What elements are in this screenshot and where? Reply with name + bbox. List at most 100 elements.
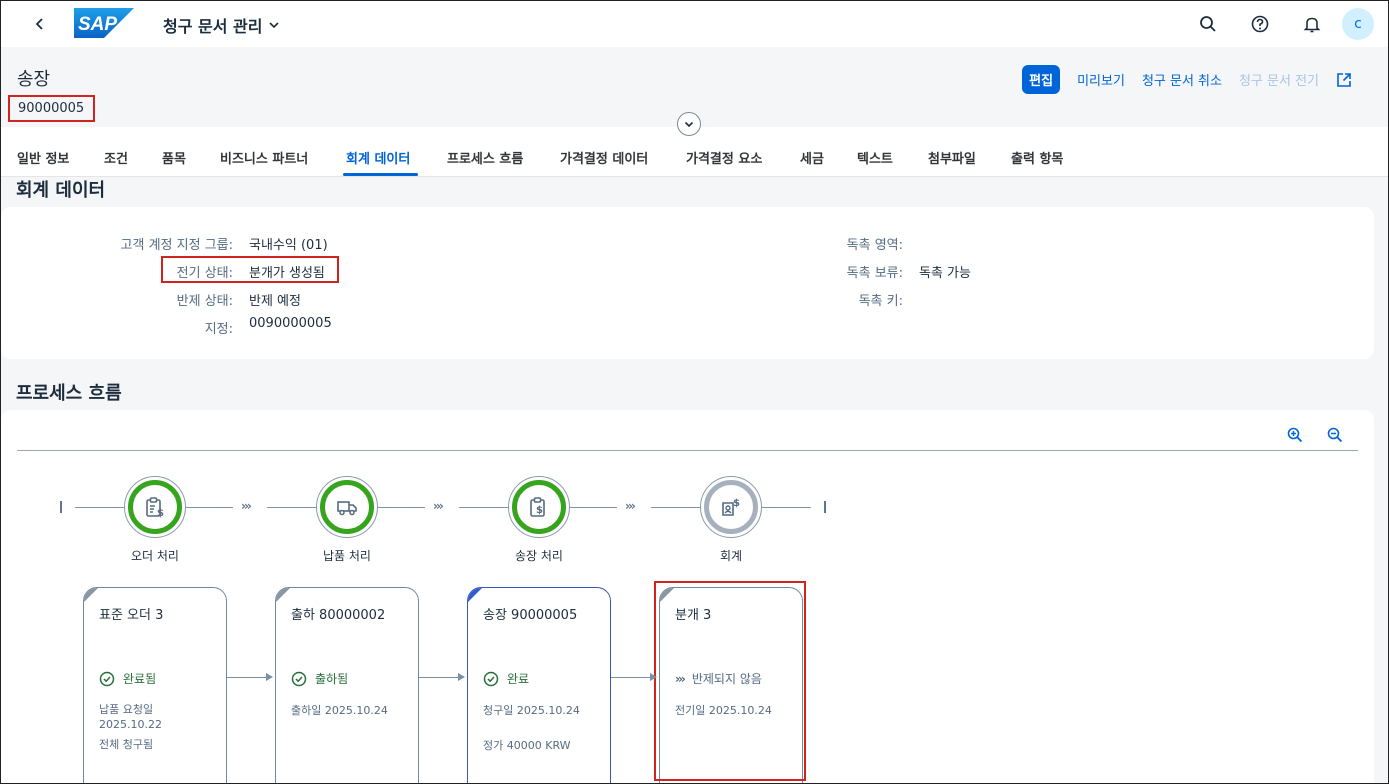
chevron-down-icon bbox=[684, 121, 694, 128]
lane-end-marker bbox=[824, 501, 826, 513]
lane-chevron-icon: ››› bbox=[241, 499, 252, 513]
field-label-dunning-key: 독촉 키: bbox=[858, 294, 903, 309]
process-flow-divider bbox=[17, 450, 1358, 451]
arrow-right-icon bbox=[650, 673, 657, 681]
zoom-out-icon[interactable] bbox=[1326, 426, 1344, 444]
arrow-right-icon bbox=[458, 673, 465, 681]
lane-line bbox=[75, 507, 125, 508]
node-meta: 정가 40000 KRW bbox=[483, 739, 571, 752]
tab-accounting-data[interactable]: 회계 데이터 bbox=[346, 148, 410, 167]
flow-connector bbox=[611, 677, 651, 678]
lane-line bbox=[761, 507, 811, 508]
flow-node-sales-order[interactable]: 표준 오더 3 완료됨 납품 요청일 2025.10.22 전체 청구됨 bbox=[83, 587, 227, 784]
tab-pricing-elements[interactable]: 가격결정 요소 bbox=[686, 148, 762, 167]
sap-logo-text: SAP bbox=[78, 14, 117, 35]
node-status: 출하됨 bbox=[291, 670, 348, 687]
lane-chevron-icon: ››› bbox=[433, 499, 444, 513]
node-meta: 출하일 2025.10.24 bbox=[291, 704, 388, 717]
accounting-panel: 고객 계정 지정 그룹: 국내수익 (01) 전기 상태: 분개가 생성됨 반제… bbox=[1, 207, 1374, 359]
node-status-text: 출하됨 bbox=[315, 672, 349, 686]
post-billing-doc-button: 청구 문서 전기 bbox=[1238, 74, 1319, 89]
flow-connector bbox=[227, 677, 267, 678]
lane-line bbox=[377, 507, 425, 508]
node-title: 송장 90000005 bbox=[483, 608, 578, 623]
field-value-clearing-status: 반제 예정 bbox=[249, 294, 301, 309]
tab-conditions[interactable]: 조건 bbox=[104, 148, 128, 167]
tab-items[interactable]: 품목 bbox=[162, 148, 186, 167]
tab-attachments[interactable]: 첨부파일 bbox=[928, 148, 976, 167]
clipboard-dollar-icon: $ bbox=[146, 497, 164, 518]
app-title-menu[interactable]: 청구 문서 관리 bbox=[163, 13, 280, 37]
object-header: 송장 90000005 편집 미리보기 청구 문서 취소 청구 문서 전기 bbox=[1, 47, 1388, 136]
tab-pricing-data[interactable]: 가격결정 데이터 bbox=[560, 148, 648, 167]
back-icon[interactable] bbox=[31, 15, 49, 33]
node-corner-marker bbox=[276, 588, 290, 602]
svg-text:$: $ bbox=[536, 505, 543, 516]
help-icon[interactable] bbox=[1250, 14, 1270, 34]
field-value-dunning-block: 독촉 가능 bbox=[919, 266, 971, 281]
tab-output-items[interactable]: 출력 항목 bbox=[1011, 148, 1063, 167]
accounting-icon: $ bbox=[722, 498, 740, 516]
node-title: 출하 80000002 bbox=[291, 608, 386, 623]
lane-invoice-processing[interactable]: $ bbox=[508, 476, 570, 538]
arrow-right-icon bbox=[266, 673, 273, 681]
field-value-account-group: 국내수익 (01) bbox=[249, 238, 328, 253]
zoom-in-icon[interactable] bbox=[1286, 426, 1304, 444]
node-meta: 2025.10.22 bbox=[99, 718, 162, 731]
node-status-text: 완료됨 bbox=[123, 672, 157, 686]
sap-logo[interactable]: SAP bbox=[74, 8, 134, 38]
field-label-assignment: 지정: bbox=[204, 322, 233, 337]
app-title: 청구 문서 관리 bbox=[163, 17, 263, 36]
node-meta: 청구일 2025.10.24 bbox=[483, 704, 580, 717]
avatar[interactable]: C bbox=[1342, 8, 1374, 40]
notification-bell-icon[interactable] bbox=[1302, 14, 1322, 34]
accounting-section-title: 회계 데이터 bbox=[16, 180, 106, 201]
check-circle-icon bbox=[483, 671, 499, 686]
preview-button[interactable]: 미리보기 bbox=[1077, 70, 1125, 89]
active-tab-indicator bbox=[343, 173, 418, 176]
cancel-billing-doc-button[interactable]: 청구 문서 취소 bbox=[1142, 70, 1222, 89]
field-label-account-group: 고객 계정 지정 그룹: bbox=[120, 238, 233, 253]
lane-line bbox=[267, 507, 317, 508]
lane-line bbox=[459, 507, 509, 508]
node-meta: 납품 요청일 bbox=[99, 703, 154, 716]
invoice-icon: $ bbox=[530, 497, 545, 517]
avatar-initial: C bbox=[1354, 16, 1362, 32]
object-type-title: 송장 bbox=[17, 69, 51, 90]
tab-taxes[interactable]: 세금 bbox=[800, 148, 824, 167]
lane-delivery-processing[interactable] bbox=[316, 476, 378, 538]
lane-line bbox=[185, 507, 233, 508]
header-actions: 편집 미리보기 청구 문서 취소 청구 문서 전기 bbox=[1022, 65, 1352, 94]
svg-text:$: $ bbox=[157, 508, 164, 518]
node-status: 완료됨 bbox=[99, 670, 156, 687]
svg-text:$: $ bbox=[733, 498, 740, 509]
shell-bar: SAP 청구 문서 관리 C bbox=[1, 1, 1388, 47]
highlight-posting-status bbox=[161, 256, 339, 283]
field-label-clearing-status: 반제 상태: bbox=[176, 294, 233, 309]
node-meta: 전체 청구됨 bbox=[99, 738, 154, 751]
edit-button[interactable]: 편집 bbox=[1022, 65, 1061, 94]
check-circle-icon bbox=[291, 671, 307, 686]
tab-business-partners[interactable]: 비즈니스 파트너 bbox=[220, 148, 308, 167]
flow-connector bbox=[419, 677, 459, 678]
flow-node-invoice[interactable]: 송장 90000005 완료 청구일 2025.10.24 정가 40000 K… bbox=[467, 587, 611, 784]
chevron-down-icon bbox=[269, 22, 280, 29]
lane-accounting[interactable]: $ bbox=[700, 476, 762, 538]
lane-label-order: 오더 처리 bbox=[131, 549, 179, 563]
flow-node-delivery[interactable]: 출하 80000002 출하됨 출하일 2025.10.24 bbox=[275, 587, 419, 784]
field-label-dunning-block: 독촉 보류: bbox=[846, 266, 903, 281]
lane-chevron-icon: ››› bbox=[625, 499, 636, 513]
tab-texts[interactable]: 텍스트 bbox=[857, 148, 893, 167]
collapse-header-button[interactable] bbox=[677, 112, 701, 136]
truck-icon bbox=[337, 501, 357, 516]
search-icon[interactable] bbox=[1198, 14, 1218, 34]
share-icon[interactable] bbox=[1336, 72, 1352, 88]
check-circle-icon bbox=[99, 671, 115, 686]
tab-process-flow[interactable]: 프로세스 흐름 bbox=[447, 148, 523, 167]
node-corner-marker bbox=[468, 588, 482, 602]
highlight-journal-entry bbox=[654, 581, 806, 781]
process-flow-section-title: 프로세스 흐름 bbox=[16, 383, 122, 404]
node-status-text: 완료 bbox=[507, 672, 530, 686]
tab-general-info[interactable]: 일반 정보 bbox=[17, 148, 69, 167]
lane-order-processing[interactable]: $ bbox=[124, 476, 186, 538]
